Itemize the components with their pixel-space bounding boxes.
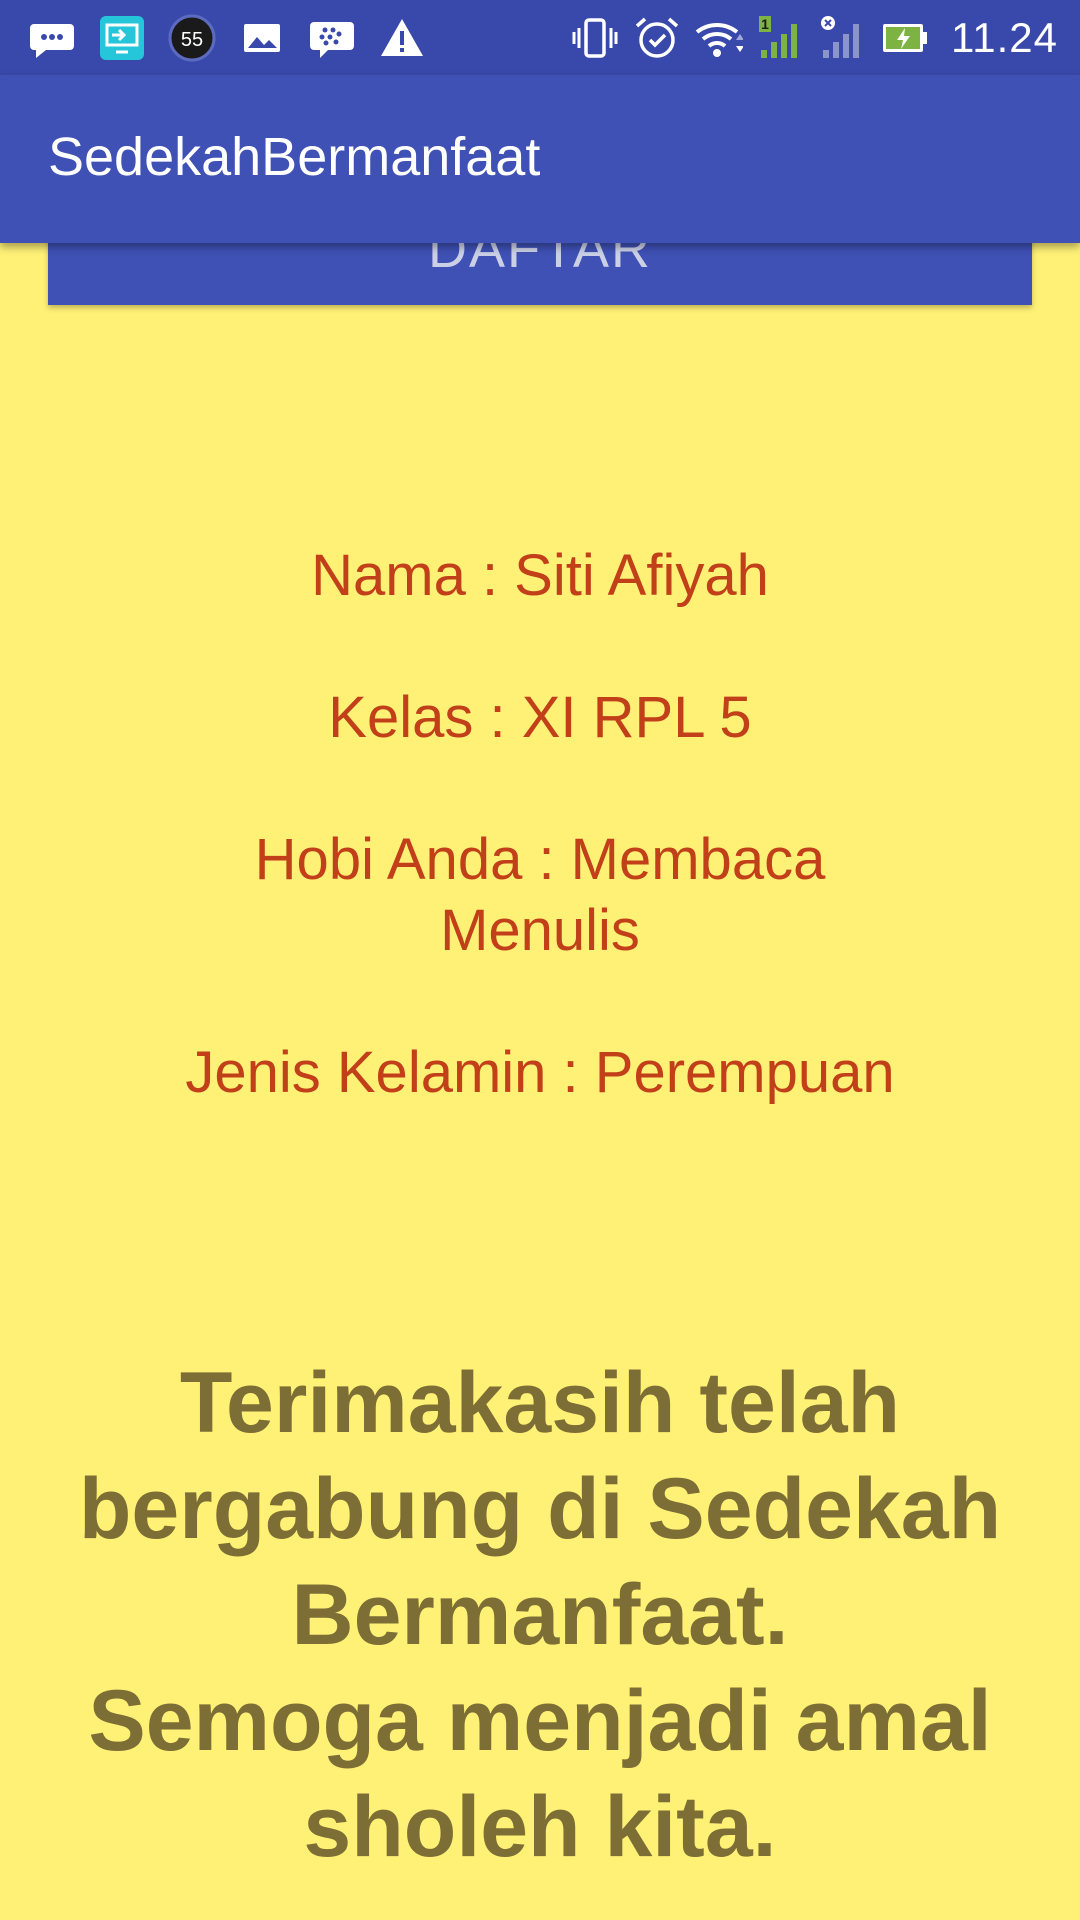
alarm-icon [633,14,681,62]
vibrate-icon [571,14,619,62]
name-text: Nama : Siti Afiyah [311,543,769,608]
hobby-text: Hobi Anda : Membaca Menulis [254,827,826,963]
system-icons: 1 11.24 [571,12,1058,64]
bbm-icon [308,14,356,62]
wifi-icon [695,14,743,62]
registration-info: Nama : Siti Afiyah Kelas : XI RPL 5 Hobi… [0,540,1080,1108]
screen-share-icon [98,14,146,62]
no-signal-icon [819,14,867,62]
class-text: Kelas : XI RPL 5 [328,685,752,750]
signal-icon: 1 [757,14,805,62]
gender-text: Jenis Kelamin : Perempuan [185,1040,895,1105]
thank-you-line: Terimakasih telah bergabung di Sedekah B… [78,1355,1002,1663]
app-title: SedekahBermanfaat [48,127,541,187]
gallery-icon [238,14,286,62]
status-bar: 55 1 11.24 [0,0,1080,75]
counter-badge-icon: 55 [168,14,216,62]
status-time: 11.24 [951,14,1058,61]
messages-icon [28,14,76,62]
warning-icon [378,14,426,62]
badge-count-text: 55 [181,29,203,51]
thank-you-message: Terimakasih telah bergabung di Sedekah B… [60,1350,1020,1880]
sim-label-text: 1 [761,16,769,32]
battery-charging-icon [881,14,929,62]
prayer-line: Semoga menjadi amal sholeh kita. [88,1673,992,1875]
notification-icons: 55 [28,12,426,64]
app-bar: SedekahBermanfaat [0,75,1080,243]
screen: 55 1 11.24 SedekahBermanfaat DAFTAR Nama… [0,0,1080,1920]
